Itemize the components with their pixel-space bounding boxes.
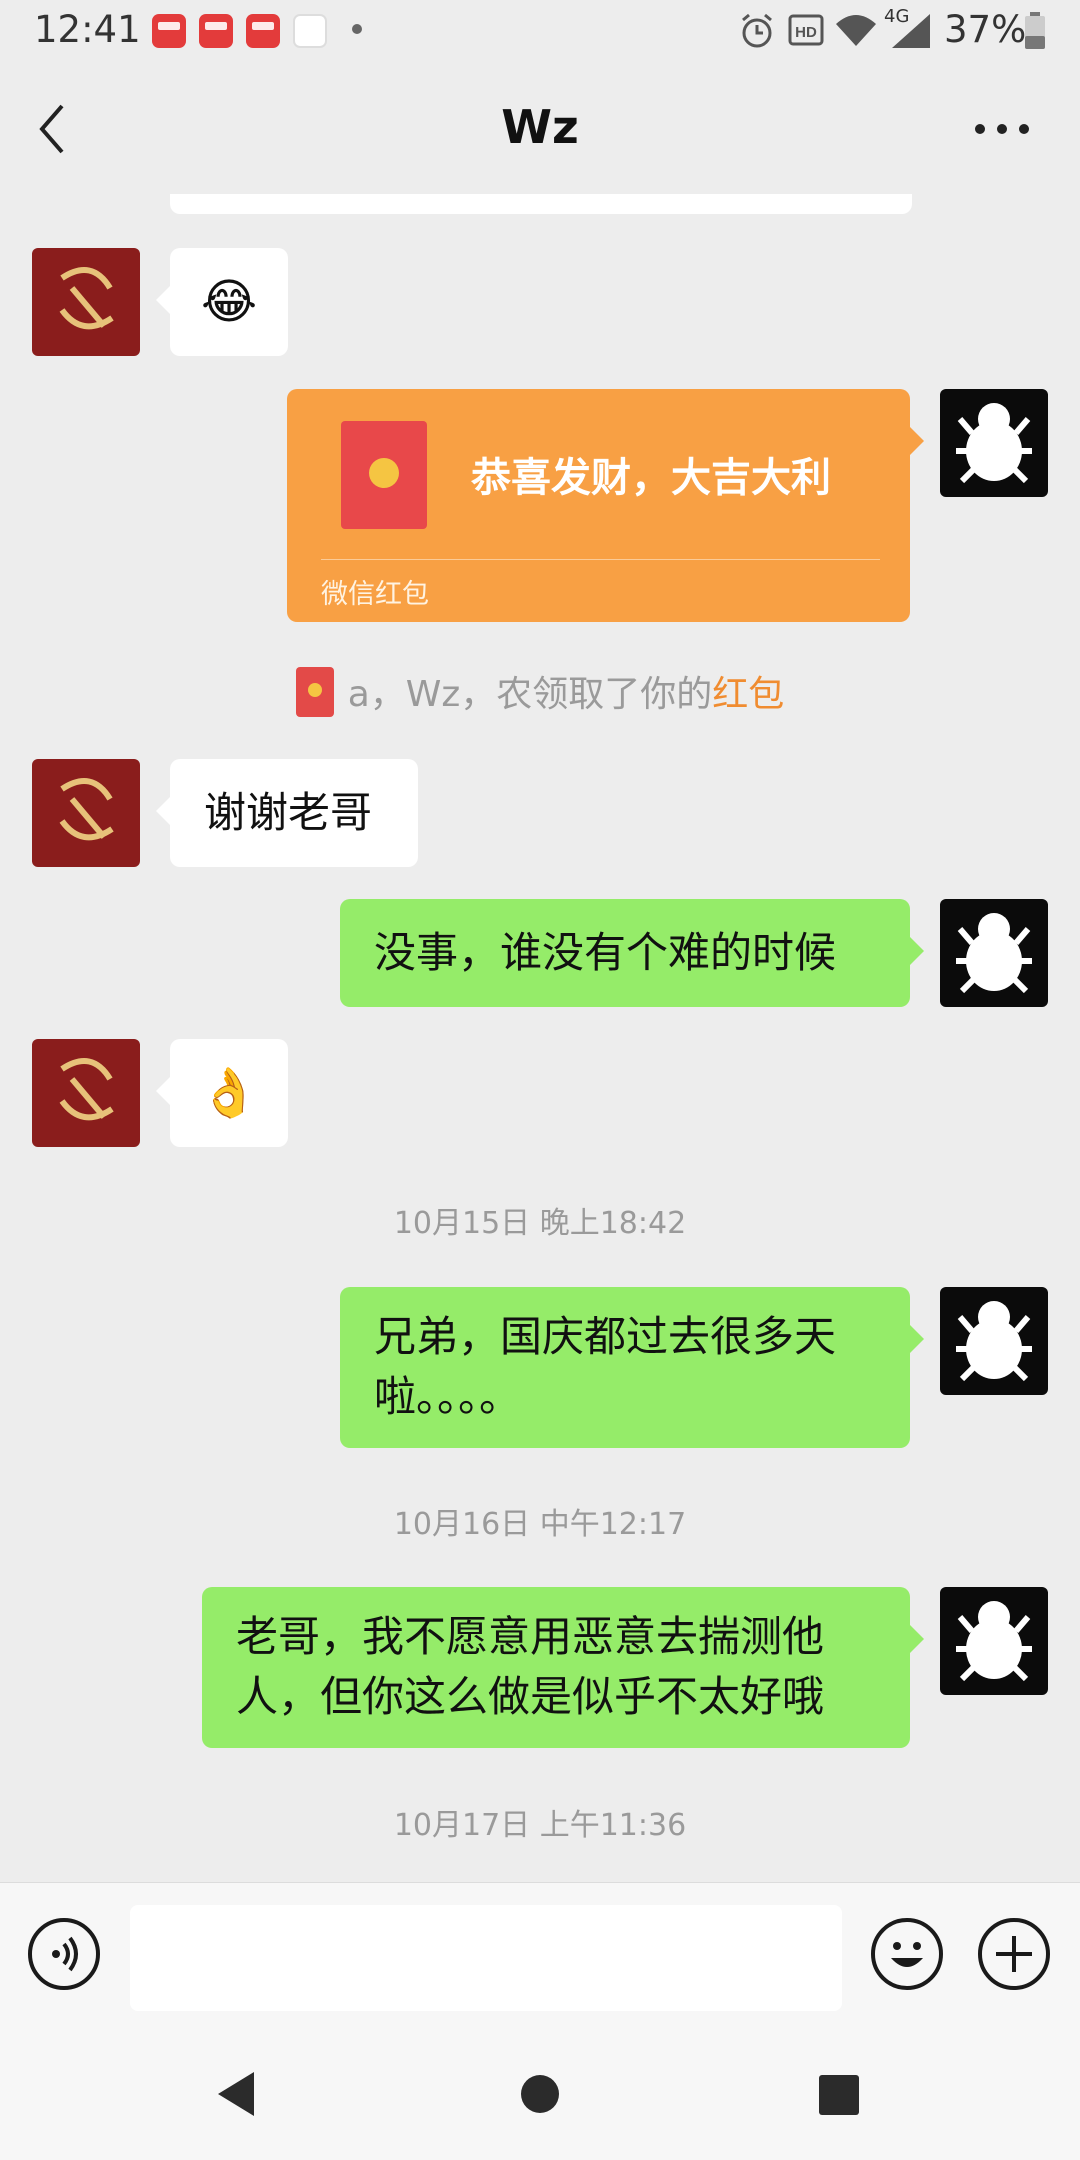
emoji-icon [891, 1942, 923, 1967]
alarm-icon [742, 13, 772, 48]
contact-avatar[interactable] [32, 759, 140, 867]
message-line: 兄弟，国庆都过去很多天 [374, 1312, 837, 1361]
notification-dot-icon [352, 24, 362, 34]
more-icon[interactable] [960, 114, 1040, 144]
chat-title: Wz [501, 100, 579, 154]
hammer-sickle-icon [59, 778, 114, 841]
bug-avatar-icon [956, 403, 1032, 484]
nav-recents-icon[interactable] [818, 2074, 860, 2116]
wifi-icon [836, 15, 876, 46]
message-bubble[interactable]: 谢谢老哥 [156, 759, 418, 867]
notice-text: a，Wz，农领取了你的 [347, 674, 713, 715]
plus-icon [996, 1936, 1032, 1972]
red-packet-card[interactable]: 恭喜发财，大吉大利 微信红包 [287, 389, 924, 622]
my-avatar[interactable] [940, 1287, 1048, 1395]
input-bar [0, 1882, 1080, 2025]
message-input[interactable] [130, 1905, 842, 2011]
message-text: 😂 [200, 274, 258, 330]
app-icon-3 [246, 14, 280, 48]
message-line: 啦。。。。 [374, 1372, 522, 1421]
message-bubble[interactable]: 😂 [156, 248, 288, 356]
voice-button[interactable] [28, 1918, 100, 1990]
app-icon-1 [152, 14, 186, 48]
message-bubble-cut [170, 194, 912, 214]
message-bubble[interactable]: 👌 [156, 1039, 288, 1147]
system-nav-bar [0, 2024, 1080, 2160]
emoji-button[interactable] [871, 1918, 943, 1990]
nav-home-icon[interactable] [520, 2074, 560, 2114]
hammer-sickle-icon [59, 267, 114, 330]
timestamp: 10月15日 晚上18:42 [393, 1206, 687, 1241]
hammer-sickle-icon [59, 1058, 114, 1121]
message-bubble[interactable]: 没事，谁没有个难的时候 [340, 899, 924, 1007]
bug-avatar-icon [956, 1301, 1032, 1382]
message-bubble[interactable]: 老哥，我不愿意用恶意去揣测他 人，但你这么做是似乎不太好哦 [202, 1587, 924, 1748]
battery-percent: 37% [944, 8, 1027, 51]
red-packet-greeting: 恭喜发财，大吉大利 [471, 455, 831, 501]
my-avatar[interactable] [940, 1587, 1048, 1695]
message-text: 没事，谁没有个难的时候 [374, 928, 837, 977]
contact-avatar[interactable] [32, 1039, 140, 1147]
battery-icon [1025, 12, 1045, 49]
svg-text:HD: HD [795, 24, 817, 41]
bug-avatar-icon [956, 913, 1032, 994]
message-text: 谢谢老哥 [204, 788, 373, 837]
message-line: 老哥，我不愿意用恶意去揣测他 [236, 1612, 825, 1661]
message-text: 👌 [199, 1065, 259, 1121]
message-bubble[interactable]: 兄弟，国庆都过去很多天 啦。。。。 [340, 1287, 924, 1448]
app-icon-2 [199, 14, 233, 48]
my-avatar[interactable] [940, 899, 1048, 1007]
bug-avatar-icon [956, 1601, 1032, 1682]
contact-avatar[interactable] [32, 248, 140, 356]
status-time: 12:41 [34, 8, 141, 51]
chat-header: Wz [0, 64, 1080, 194]
voice-icon [52, 1936, 78, 1972]
timestamp: 10月16日 中午12:17 [393, 1507, 687, 1542]
hd-icon: HD [788, 14, 824, 46]
plus-button[interactable] [978, 1918, 1050, 1990]
red-packet-label: 微信红包 [321, 579, 429, 610]
my-avatar[interactable] [940, 389, 1048, 497]
nav-back-icon[interactable] [214, 2070, 258, 2118]
system-notice: a，Wz，农领取了你的红包 [0, 665, 1080, 721]
message-line: 人，但你这么做是似乎不太好哦 [236, 1672, 825, 1721]
timestamp: 10月17日 上午11:36 [393, 1808, 687, 1843]
status-bar: 12:41 HD 4G 37% [0, 0, 1080, 64]
red-packet-icon [295, 667, 334, 717]
app-icon-4 [293, 14, 327, 48]
notice-link[interactable]: 红包 [712, 674, 784, 715]
red-envelope-icon [341, 421, 427, 529]
cell-signal-icon [892, 14, 930, 48]
